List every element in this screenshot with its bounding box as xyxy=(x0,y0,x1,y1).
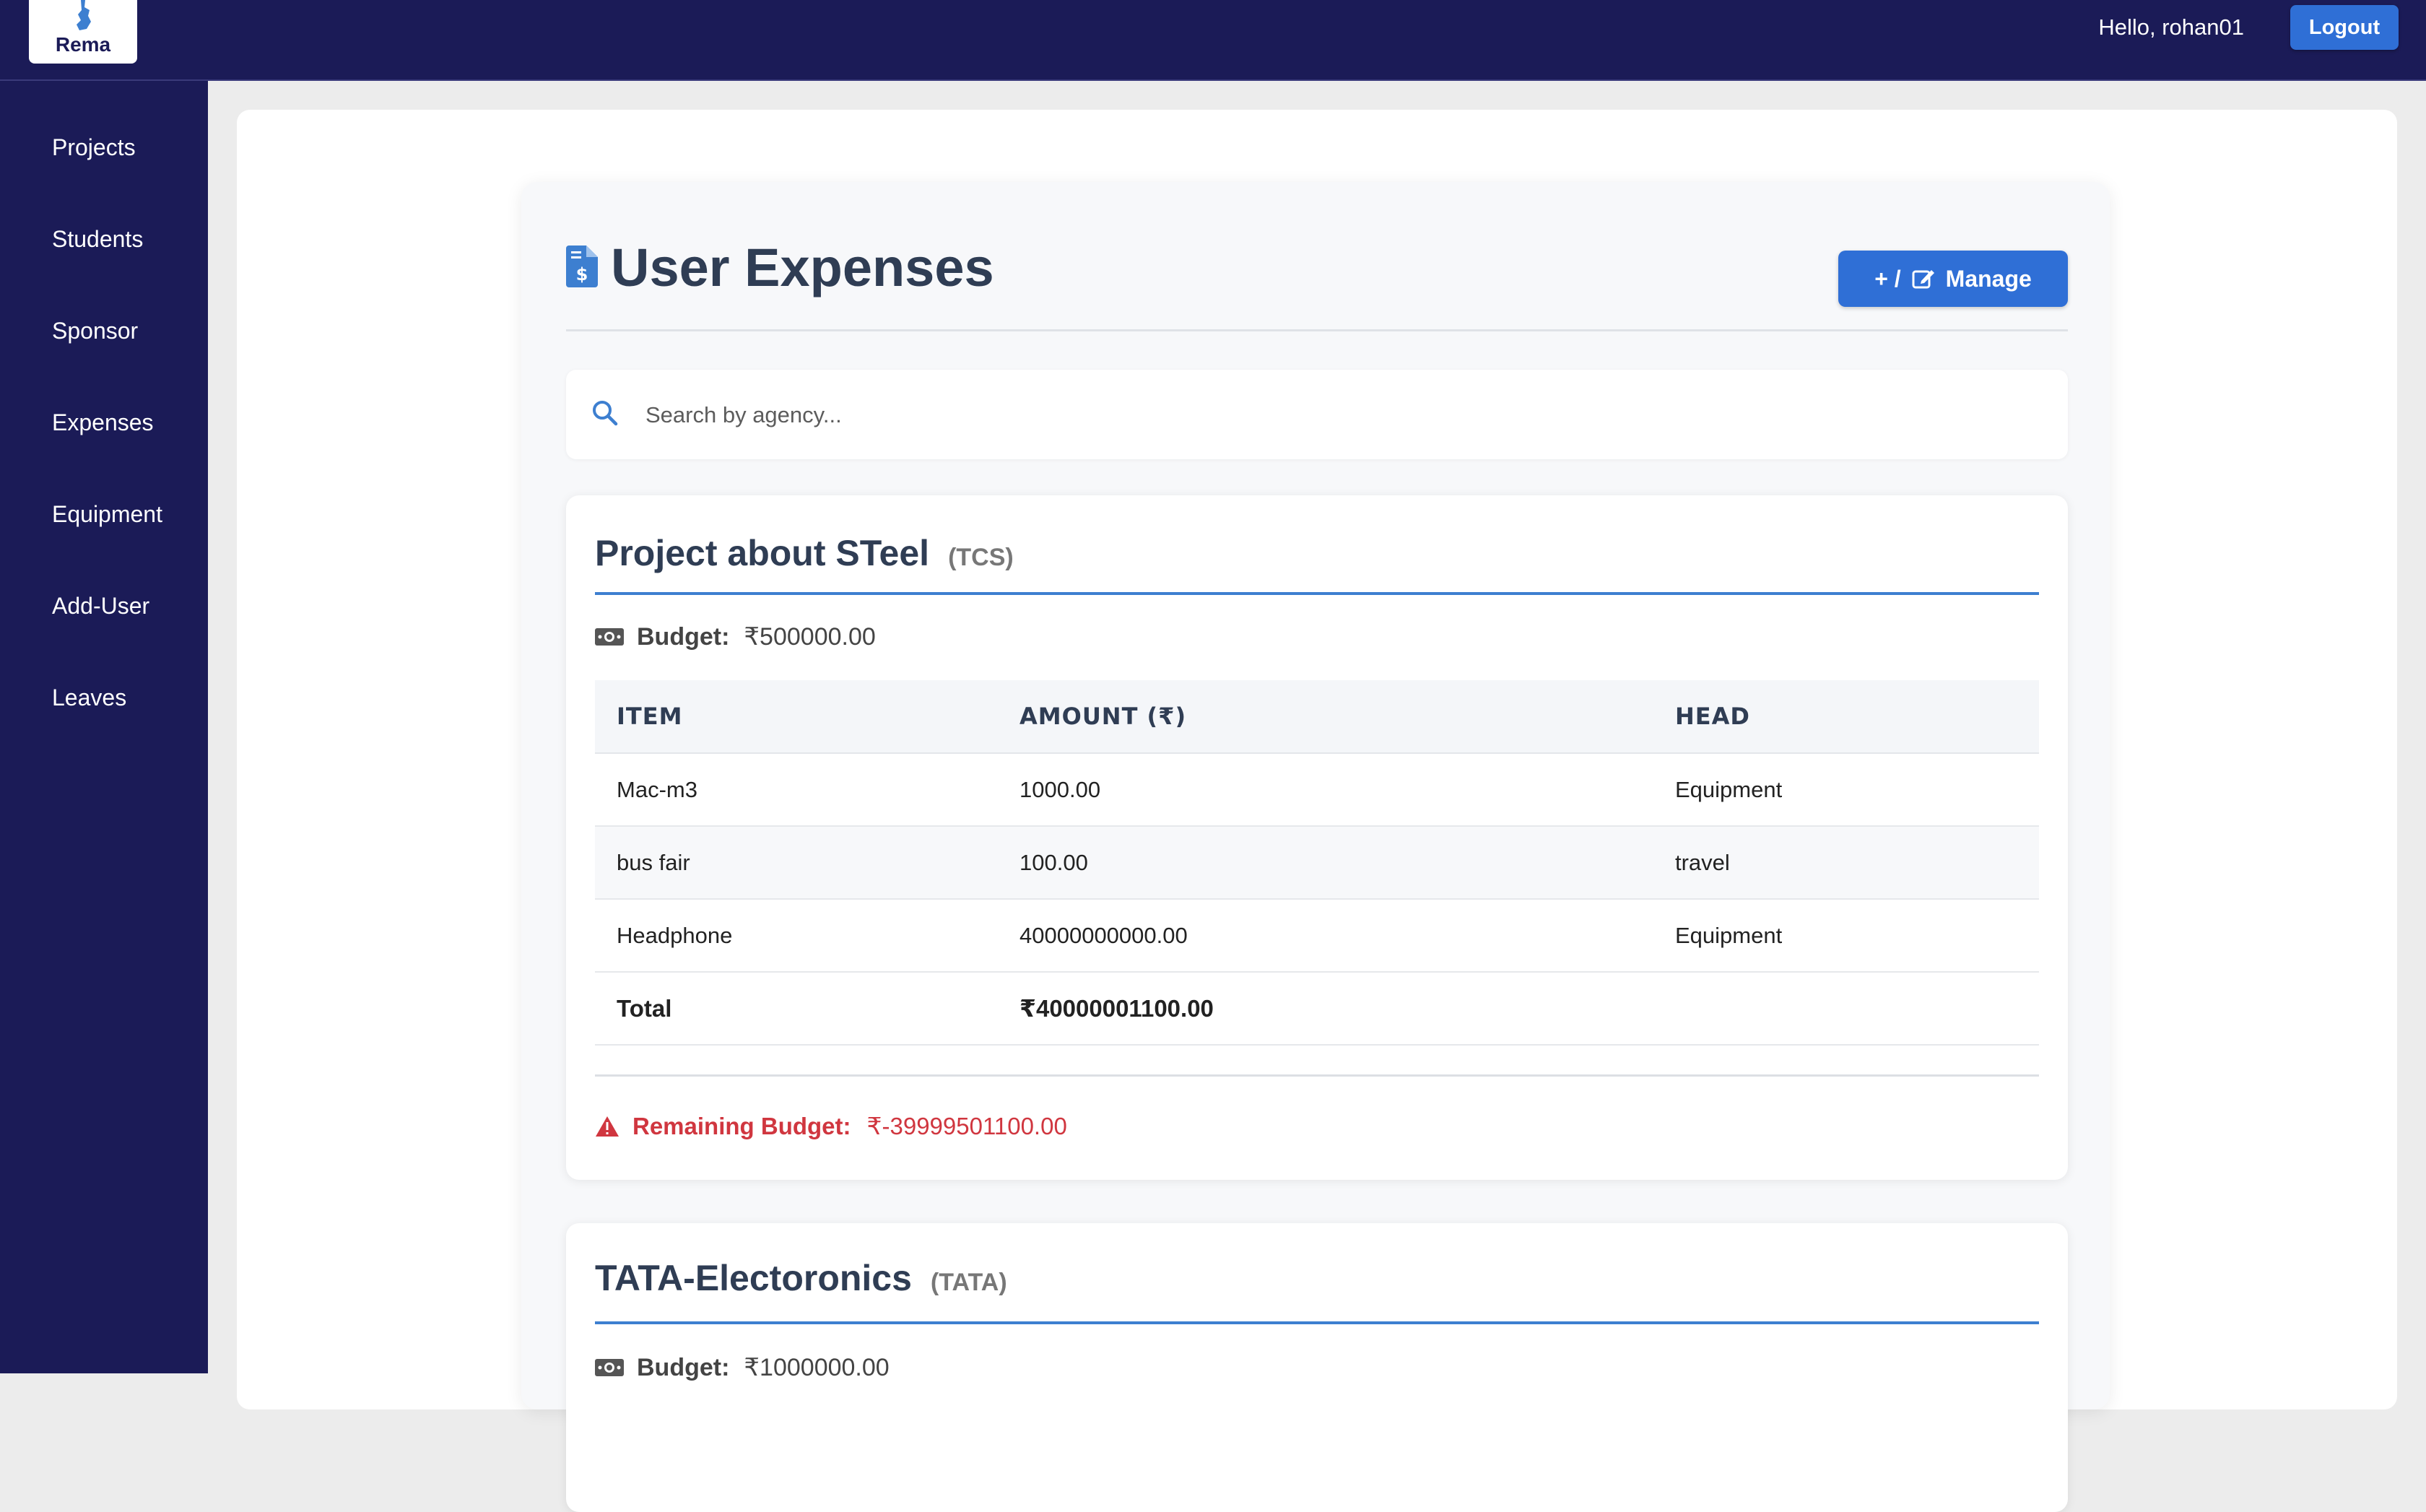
project-code: (TCS) xyxy=(948,544,1014,571)
cell-item: Mac-m3 xyxy=(595,753,998,827)
cell-item: Headphone xyxy=(595,899,998,973)
sidebar-item-students[interactable]: Students xyxy=(52,225,143,253)
project-title-rule xyxy=(595,592,2039,595)
logo-text: Rema xyxy=(55,33,111,56)
sidebar-item-equipment[interactable]: Equipment xyxy=(52,500,162,529)
money-bill-icon xyxy=(595,628,624,646)
project-name: Project about STeel xyxy=(595,533,930,573)
project-code: (TATA) xyxy=(930,1269,1007,1296)
table-total-row: Total ₹40000001100.00 xyxy=(595,972,2039,1046)
card-divider xyxy=(595,1074,2039,1077)
cell-amount: 40000000000.00 xyxy=(998,899,1653,973)
sidebar-item-add-user[interactable]: Add-User xyxy=(52,591,149,620)
table-header-row: ITEM AMOUNT (₹) HEAD xyxy=(595,680,2039,754)
table-row: bus fair 100.00 travel xyxy=(595,826,2039,900)
svg-text:$: $ xyxy=(576,264,588,284)
sidebar: Projects Students Sponsor Expenses Equip… xyxy=(0,81,208,1373)
user-greeting: Hello, rohan01 xyxy=(2098,14,2244,40)
sidebar-item-sponsor[interactable]: Sponsor xyxy=(52,316,138,345)
column-header-item: ITEM xyxy=(595,680,998,754)
table-row: Mac-m3 1000.00 Equipment xyxy=(595,753,2039,827)
sidebar-item-expenses[interactable]: Expenses xyxy=(52,408,154,437)
total-value: ₹40000001100.00 xyxy=(998,972,1653,1046)
title-divider xyxy=(566,329,2068,331)
page-title: User Expenses xyxy=(611,238,994,297)
budget-row: Budget: ₹1000000.00 xyxy=(595,1352,890,1383)
manage-prefix: + / xyxy=(1874,265,1901,292)
budget-value: ₹500000.00 xyxy=(744,623,876,651)
cell-head: Equipment xyxy=(1653,753,2039,827)
project-name: TATA-Electoronics xyxy=(595,1258,912,1298)
cell-amount: 100.00 xyxy=(998,826,1653,900)
cell-item: bus fair xyxy=(595,826,998,900)
search-icon xyxy=(593,401,618,426)
table-row: Headphone 40000000000.00 Equipment xyxy=(595,899,2039,973)
budget-label: Budget: xyxy=(637,623,730,651)
cell-amount: 1000.00 xyxy=(998,753,1653,827)
project-card: Project about STeel (TCS) Budget: ₹500000… xyxy=(566,495,2068,1180)
budget-row: Budget: ₹500000.00 xyxy=(595,621,876,653)
remaining-budget-value: ₹-39999501100.00 xyxy=(866,1113,1067,1139)
budget-value: ₹1000000.00 xyxy=(744,1354,890,1381)
sidebar-item-leaves[interactable]: Leaves xyxy=(52,683,126,712)
total-empty-cell xyxy=(1653,972,2039,1046)
project-title-rule xyxy=(595,1321,2039,1324)
budget-label: Budget: xyxy=(637,1354,730,1381)
money-bill-icon xyxy=(595,1359,624,1376)
edit-icon xyxy=(1912,270,1934,289)
warning-triangle-icon xyxy=(596,1116,619,1137)
top-navbar: Rema Hello, rohan01 Logout xyxy=(0,0,2426,81)
remaining-budget-row: Remaining Budget: ₹-39999501100.00 xyxy=(595,1111,1067,1142)
column-header-amount: AMOUNT (₹) xyxy=(998,680,1653,754)
project-title: Project about STeel (TCS) xyxy=(595,531,1014,579)
project-title: TATA-Electoronics (TATA) xyxy=(595,1256,1007,1304)
sidebar-item-projects[interactable]: Projects xyxy=(52,133,136,162)
column-header-head: HEAD xyxy=(1653,680,2039,754)
logo-icon xyxy=(77,0,91,30)
expenses-table: ITEM AMOUNT (₹) HEAD Mac-m3 1000.00 Equi… xyxy=(595,680,2039,1046)
manage-button[interactable]: + / Manage xyxy=(1838,251,2068,307)
cell-head: Equipment xyxy=(1653,899,2039,973)
search-box[interactable] xyxy=(566,370,2068,459)
logout-button[interactable]: Logout xyxy=(2290,5,2399,50)
search-input[interactable] xyxy=(644,391,2019,439)
file-invoice-dollar-icon: $ xyxy=(566,246,598,287)
cell-head: travel xyxy=(1653,826,2039,900)
logo[interactable]: Rema xyxy=(29,0,137,64)
manage-label: Manage xyxy=(1945,265,2032,292)
total-label: Total xyxy=(595,972,998,1046)
project-card: TATA-Electoronics (TATA) Budget: ₹1000000… xyxy=(566,1223,2068,1512)
remaining-budget-label: Remaining Budget: xyxy=(632,1113,851,1139)
